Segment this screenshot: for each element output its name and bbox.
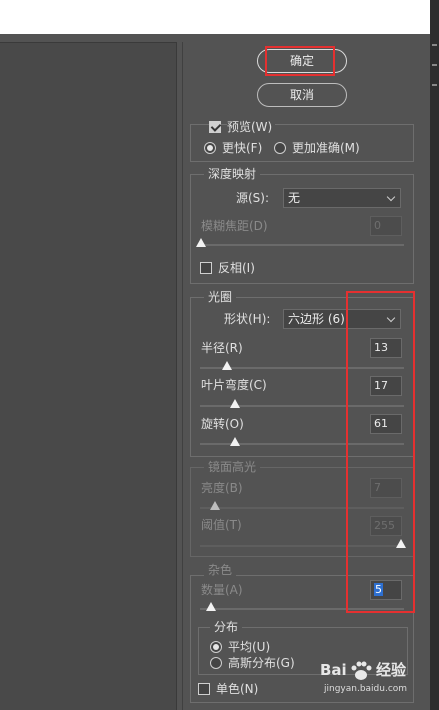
preview-label: 预览(W) [227, 120, 276, 134]
right-scroll-strip [430, 0, 439, 710]
blur-focal-slider-thumb[interactable] [196, 238, 206, 247]
watermark-url: jingyan.baidu.com [324, 684, 408, 694]
invert-checkbox[interactable] [200, 262, 212, 274]
source-label: 源(S): [236, 191, 270, 205]
preview-checkbox[interactable] [209, 121, 221, 133]
blur-focal-slider-track[interactable] [200, 244, 404, 246]
radius-slider-thumb[interactable] [222, 361, 232, 370]
blur-focal-field[interactable]: 0 [370, 216, 402, 236]
rotation-slider-thumb[interactable] [230, 437, 240, 446]
chevron-down-icon [386, 192, 396, 202]
radio-more-accurate[interactable] [274, 142, 286, 154]
shape-label: 形状(H): [224, 312, 271, 326]
blade-curvature-slider-thumb[interactable] [230, 399, 240, 408]
invert-label: 反相(I) [218, 261, 255, 275]
image-preview-area [0, 42, 177, 710]
blur-focal-label: 模糊焦距(D) [201, 219, 268, 233]
amount-slider-thumb[interactable] [206, 602, 216, 611]
blade-curvature-label: 叶片弯度(C) [201, 378, 267, 392]
panel-divider [182, 42, 183, 710]
iris-title: 光圈 [204, 290, 237, 304]
specular-title: 镜面高光 [204, 460, 261, 474]
radio-faster-label: 更快(F) [222, 141, 263, 155]
noise-title: 杂色 [204, 563, 237, 577]
radius-label: 半径(R) [201, 341, 243, 355]
source-select-value: 无 [288, 191, 301, 205]
top-white-strip [0, 0, 430, 34]
radio-uniform[interactable] [210, 641, 222, 653]
radio-gaussian-label: 高斯分布(G) [228, 656, 295, 670]
monochromatic-label: 单色(N) [216, 682, 259, 696]
watermark-brand: Bai [320, 661, 347, 679]
baidu-watermark: Bai 经验 jingyan.baidu.com [320, 654, 430, 698]
radio-uniform-label: 平均(U) [228, 640, 271, 654]
distribution-title: 分布 [210, 620, 243, 634]
value-fields-highlight-box [346, 291, 415, 613]
paw-icon [351, 661, 372, 680]
rotation-label: 旋转(O) [201, 417, 244, 431]
threshold-label: 阈值(T) [201, 518, 242, 532]
monochromatic-checkbox[interactable] [198, 683, 210, 695]
radio-gaussian[interactable] [210, 657, 222, 669]
source-select[interactable]: 无 [283, 188, 401, 208]
depth-map-title: 深度映射 [204, 167, 261, 181]
radio-faster[interactable] [204, 142, 216, 154]
cancel-button[interactable]: 取消 [257, 83, 347, 107]
ok-highlight-box [265, 46, 335, 76]
amount-label: 数量(A) [201, 583, 243, 597]
brightness-slider-thumb[interactable] [210, 501, 220, 510]
watermark-brand-2: 经验 [376, 661, 407, 679]
shape-select-value: 六边形 (6) [288, 312, 345, 326]
brightness-label: 亮度(B) [201, 481, 243, 495]
radio-more-accurate-label: 更加准确(M) [292, 141, 360, 155]
